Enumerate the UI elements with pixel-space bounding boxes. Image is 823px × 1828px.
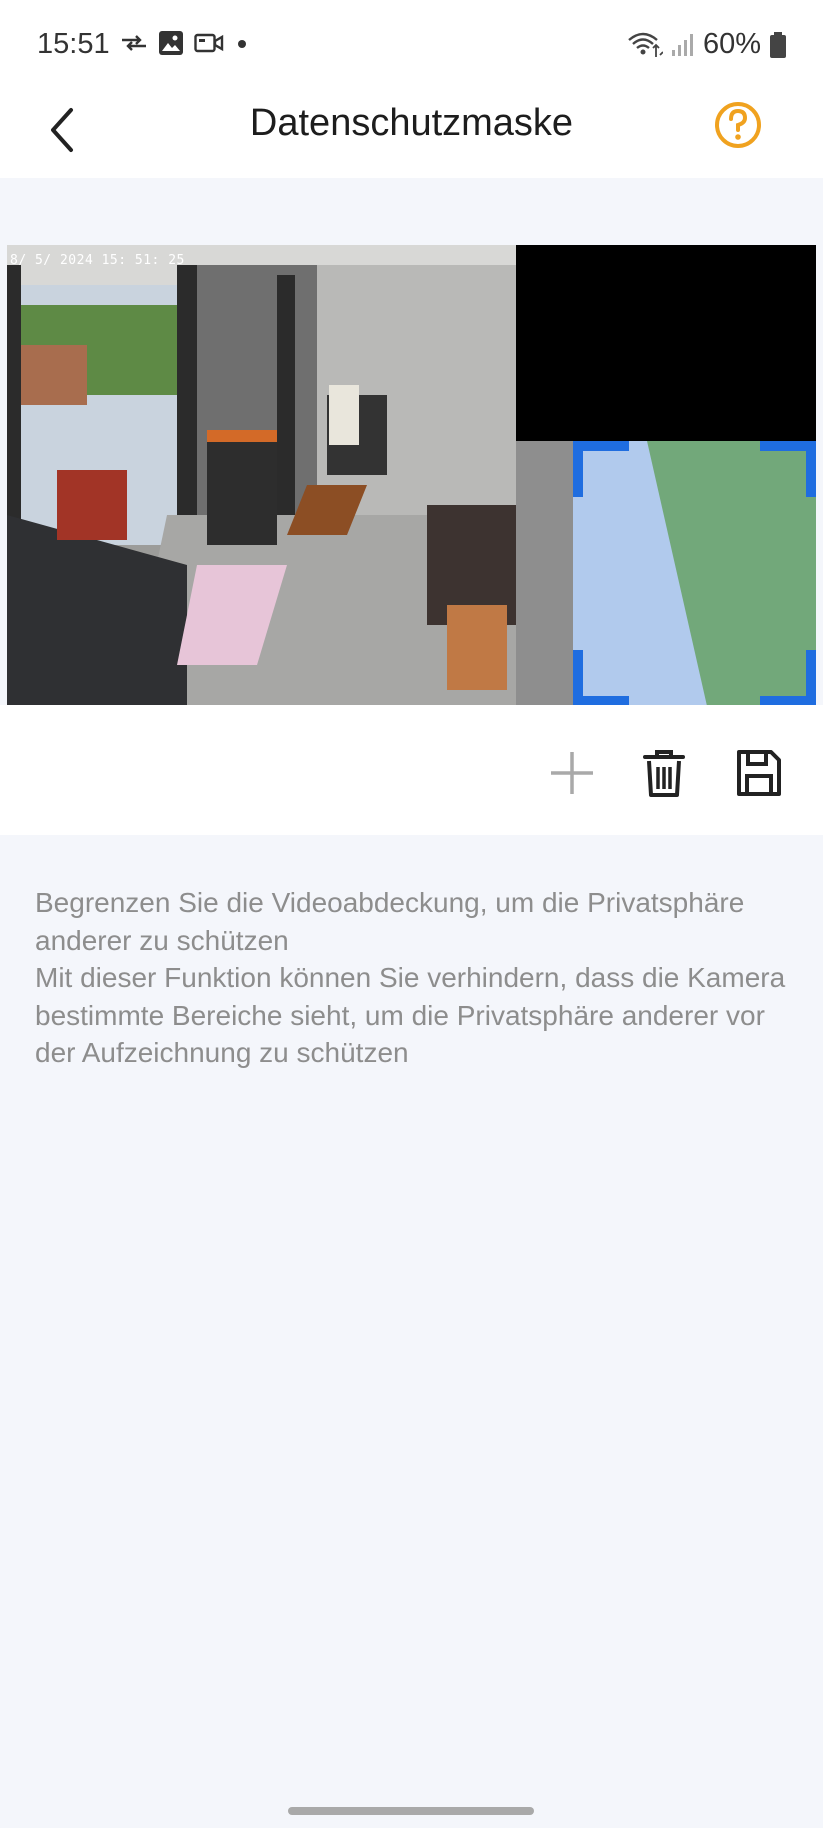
status-right: 60% [627, 28, 787, 61]
resize-handle-bottom-right[interactable] [760, 650, 816, 706]
help-button[interactable] [713, 100, 763, 150]
home-indicator[interactable] [288, 1807, 534, 1815]
app-header: Datenschutzmaske [0, 92, 823, 178]
privacy-mask-selection[interactable] [573, 441, 816, 706]
description-line-1: Begrenzen Sie die Videoabdeckung, um die… [35, 887, 745, 956]
dot-icon [238, 40, 246, 48]
camera-view[interactable]: 8/ 5/ 2024 15: 51: 25 [7, 245, 816, 706]
privacy-mask-area[interactable] [516, 245, 816, 441]
mask-toolbar [0, 705, 823, 835]
save-icon [737, 750, 781, 796]
description-line-2: Mit dieser Funktion können Sie verhinder… [35, 962, 786, 1068]
video-icon [194, 33, 224, 53]
battery-percent: 60% [702, 28, 761, 60]
camera-timestamp: 8/ 5/ 2024 15: 51: 25 [10, 253, 185, 268]
resize-handle-top-left[interactable] [573, 441, 629, 497]
wifi-icon [628, 32, 663, 57]
resize-handle-bottom-left[interactable] [573, 650, 629, 706]
data-transfer-icon [122, 35, 146, 51]
delete-mask-button[interactable] [636, 745, 692, 801]
add-mask-button[interactable] [544, 745, 600, 801]
feature-description: Begrenzen Sie die Videoabdeckung, um die… [35, 884, 795, 1072]
resize-handle-top-right[interactable] [760, 441, 816, 497]
help-circle-icon [715, 102, 761, 148]
plus-icon [551, 752, 593, 794]
battery-icon [770, 31, 786, 58]
status-bar: 15:51 60% [0, 0, 823, 92]
signal-icon [671, 33, 693, 56]
page-title: Datenschutzmaske [249, 102, 574, 144]
status-time: 15:51 [37, 28, 110, 60]
status-icons-left [120, 30, 250, 56]
save-mask-button[interactable] [731, 745, 787, 801]
image-icon [159, 31, 183, 55]
trash-icon [643, 750, 685, 797]
